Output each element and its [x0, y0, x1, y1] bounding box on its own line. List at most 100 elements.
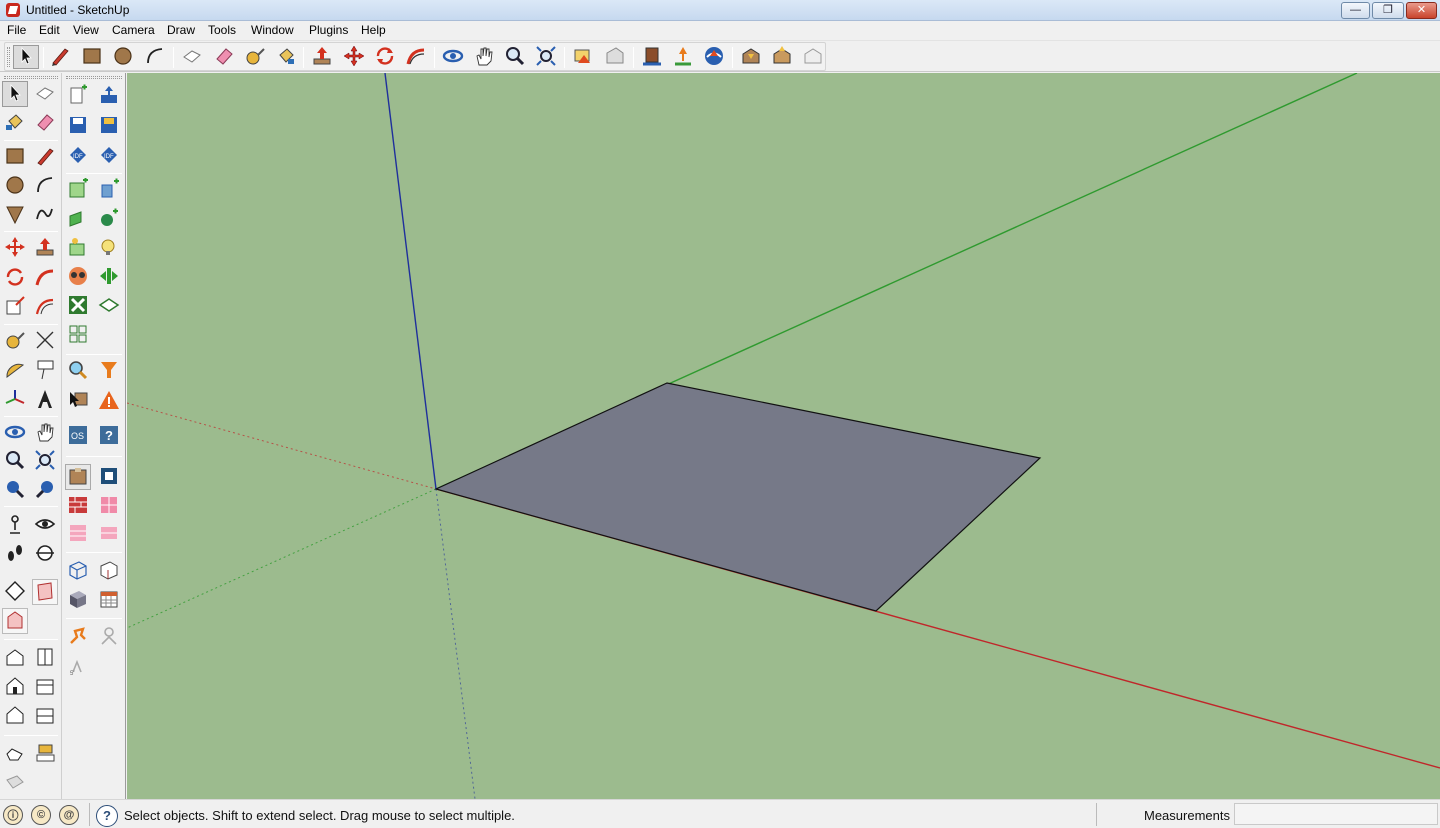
menu-plugins[interactable]: Plugins [309, 23, 348, 37]
line-tool-button[interactable] [47, 45, 73, 69]
component-box-button[interactable] [65, 464, 91, 490]
side-section-button[interactable] [32, 541, 58, 567]
pan-tool-button[interactable] [471, 45, 497, 69]
place-model-button[interactable] [800, 45, 826, 69]
disabled-person-button[interactable] [96, 624, 122, 650]
orbit-tool-button[interactable] [440, 45, 466, 69]
export-idf-button[interactable]: IDF [96, 143, 122, 169]
push-pull-button[interactable] [309, 45, 335, 69]
render-button[interactable] [96, 293, 122, 319]
palette-grip[interactable] [66, 76, 122, 79]
outside-person-button[interactable] [65, 624, 91, 650]
side-axes-button[interactable] [2, 387, 28, 413]
run-simulation-button[interactable] [65, 293, 91, 319]
side-zoom-window-button[interactable] [32, 448, 58, 474]
side-zoom-button[interactable] [2, 448, 28, 474]
save-button[interactable] [65, 113, 91, 139]
model-viewport[interactable] [127, 73, 1440, 799]
side-move-button[interactable] [2, 235, 28, 261]
get-current-view-button[interactable] [738, 45, 764, 69]
next-view-button[interactable] [602, 45, 628, 69]
filter-button[interactable] [96, 358, 122, 384]
maximize-button[interactable]: ❐ [1372, 2, 1404, 19]
select-tool-button[interactable] [13, 45, 39, 69]
measurements-input[interactable] [1234, 803, 1438, 825]
blue-box-button[interactable] [96, 464, 122, 490]
side-sandbox-smoove-button[interactable] [2, 741, 28, 767]
google-earth-button[interactable] [701, 45, 727, 69]
get-models-button[interactable] [639, 45, 665, 69]
previous-view-button[interactable] [570, 45, 596, 69]
hidden-line-button[interactable] [96, 558, 122, 584]
side-next-button[interactable] [32, 477, 58, 503]
shaded-button[interactable] [65, 587, 91, 613]
side-3d-text-button[interactable] [32, 387, 58, 413]
credits-icon[interactable]: © [31, 805, 51, 825]
geo-location-icon[interactable]: ⓘ [3, 805, 23, 825]
side-circle-button[interactable] [2, 173, 28, 199]
side-offset-button[interactable] [32, 294, 58, 320]
menu-tools[interactable]: Tools [208, 23, 236, 37]
model-canvas[interactable] [127, 73, 1440, 799]
side-follow-me-button[interactable] [32, 265, 58, 291]
side-push-pull-button[interactable] [32, 235, 58, 261]
menu-edit[interactable]: Edit [39, 23, 60, 37]
side-freehand-button[interactable] [32, 202, 58, 228]
open-file-button[interactable] [96, 83, 122, 109]
side-protractor-button[interactable] [2, 358, 28, 384]
openstudio-button[interactable]: OS [65, 423, 91, 449]
eraser-tool-button[interactable] [211, 45, 237, 69]
arc-tool-button[interactable] [142, 45, 168, 69]
toggle-terrain-button[interactable] [769, 45, 795, 69]
side-section-cut-button[interactable] [2, 579, 28, 605]
side-component-button[interactable] [32, 81, 58, 107]
toolbar-grip[interactable] [7, 47, 10, 67]
side-back-view-button[interactable] [2, 703, 28, 729]
help-icon[interactable]: ? [96, 805, 118, 827]
menu-file[interactable]: File [7, 23, 26, 37]
save-as-button[interactable] [96, 113, 122, 139]
side-tape-button[interactable] [2, 328, 28, 354]
side-walk-button[interactable] [2, 541, 28, 567]
side-text-button[interactable] [32, 358, 58, 384]
calendar-button[interactable] [96, 587, 122, 613]
close-button[interactable]: ✕ [1406, 2, 1437, 19]
pink-box-button[interactable] [96, 493, 122, 519]
side-orbit-button[interactable] [2, 420, 28, 446]
side-rectangle-button[interactable] [2, 144, 28, 170]
side-polygon-button[interactable] [2, 202, 28, 228]
side-section-display-button[interactable] [32, 579, 58, 605]
side-scale-button[interactable] [2, 294, 28, 320]
inspector-button[interactable] [65, 358, 91, 384]
side-left-view-button[interactable] [32, 703, 58, 729]
wireframe-button[interactable] [65, 558, 91, 584]
side-sandbox-stamp-button[interactable] [32, 741, 58, 767]
new-daylighting-button[interactable] [96, 235, 122, 261]
side-eraser-button[interactable] [32, 110, 58, 136]
sign-in-icon[interactable]: @ [59, 805, 79, 825]
side-look-around-button[interactable] [32, 512, 58, 538]
side-paint-button[interactable] [2, 110, 28, 136]
side-dimension-button[interactable] [32, 328, 58, 354]
new-shading-button[interactable] [96, 177, 122, 203]
side-pan-button[interactable] [32, 420, 58, 446]
menu-camera[interactable]: Camera [112, 23, 155, 37]
info-grid-button[interactable] [65, 322, 91, 348]
rectangle-face[interactable] [434, 382, 1042, 612]
warning-button[interactable] [96, 388, 122, 414]
zoom-extents-button[interactable] [533, 45, 559, 69]
palette-grip[interactable] [4, 76, 58, 79]
new-file-button[interactable] [65, 83, 91, 109]
new-subsurface-button[interactable] [96, 206, 122, 232]
share-model-button[interactable] [670, 45, 696, 69]
menu-draw[interactable]: Draw [167, 23, 195, 37]
select-cursor-button[interactable] [65, 388, 91, 414]
rotate-tool-button[interactable] [372, 45, 398, 69]
paint-bucket-button[interactable] [273, 45, 299, 69]
help-button[interactable]: ? [96, 423, 122, 449]
minimize-button[interactable]: — [1341, 2, 1370, 19]
zoom-tool-button[interactable] [502, 45, 528, 69]
side-previous-button[interactable] [2, 477, 28, 503]
new-lighting-button[interactable] [65, 235, 91, 261]
side-arc-button[interactable] [32, 173, 58, 199]
